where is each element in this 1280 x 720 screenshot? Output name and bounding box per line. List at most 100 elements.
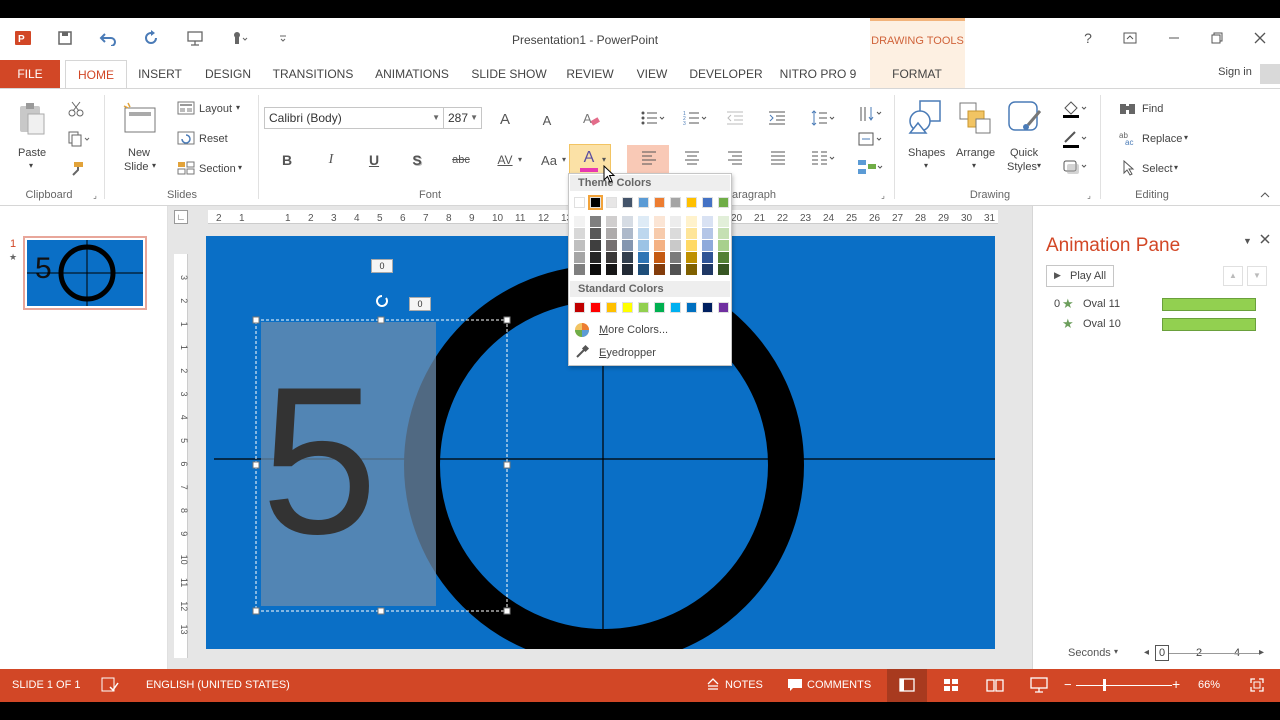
zoom-slider-track[interactable] bbox=[1076, 685, 1172, 686]
shrink-font-button[interactable]: A bbox=[536, 109, 558, 131]
color-swatch[interactable] bbox=[606, 228, 617, 239]
animation-badge[interactable]: 0 bbox=[409, 297, 431, 311]
color-swatch[interactable] bbox=[686, 228, 697, 239]
sign-in-link[interactable]: Sign in bbox=[1210, 58, 1260, 86]
color-swatch[interactable] bbox=[574, 216, 585, 227]
user-avatar[interactable] bbox=[1260, 64, 1280, 84]
color-swatch[interactable] bbox=[686, 216, 697, 227]
color-swatch[interactable] bbox=[622, 240, 633, 251]
replace-arrow-icon[interactable]: ▾ bbox=[1184, 133, 1188, 142]
zoom-level[interactable]: 66% bbox=[1198, 679, 1220, 691]
color-swatch[interactable] bbox=[638, 264, 649, 275]
big-digit-text[interactable]: 5 bbox=[261, 356, 378, 566]
color-swatch[interactable] bbox=[622, 228, 633, 239]
color-swatch[interactable] bbox=[702, 264, 713, 275]
tab-animations[interactable]: ANIMATIONS bbox=[370, 60, 454, 88]
color-swatch[interactable] bbox=[622, 216, 633, 227]
play-all-button[interactable]: ▶ Play All bbox=[1046, 265, 1114, 287]
color-swatch[interactable] bbox=[606, 216, 617, 227]
zoom-out-icon[interactable]: − bbox=[1064, 677, 1072, 692]
color-swatch[interactable] bbox=[574, 228, 585, 239]
select-label[interactable]: Select bbox=[1142, 163, 1173, 175]
align-left-icon[interactable] bbox=[638, 147, 660, 169]
layout-arrow-icon[interactable]: ▾ bbox=[236, 103, 240, 112]
color-swatch[interactable] bbox=[574, 197, 585, 208]
character-spacing-arrow-icon[interactable]: ▾ bbox=[515, 151, 525, 167]
replace-icon[interactable]: ab ac bbox=[1118, 129, 1140, 147]
replace-label[interactable]: Replace bbox=[1142, 133, 1182, 145]
color-swatch[interactable] bbox=[702, 252, 713, 263]
pane-options-arrow-icon[interactable]: ▼ bbox=[1243, 236, 1252, 246]
color-swatch[interactable] bbox=[606, 197, 617, 208]
layout-label[interactable]: Layout bbox=[199, 103, 232, 115]
color-swatch[interactable] bbox=[622, 197, 633, 208]
paste-icon[interactable] bbox=[14, 101, 50, 139]
reading-view-icon[interactable] bbox=[986, 678, 1004, 695]
numbering-icon[interactable]: 123 bbox=[682, 107, 708, 129]
color-swatch[interactable] bbox=[654, 216, 665, 227]
color-swatch[interactable] bbox=[590, 240, 601, 251]
animation-list-item[interactable]: ★ Oval 10 bbox=[1033, 316, 1280, 336]
tab-stop-selector[interactable]: ∟ bbox=[174, 210, 188, 224]
ribbon-display-options-icon[interactable] bbox=[1118, 28, 1142, 48]
tab-review[interactable]: REVIEW bbox=[562, 60, 618, 88]
animation-badge[interactable]: 0 bbox=[371, 259, 393, 273]
color-swatch[interactable] bbox=[606, 302, 617, 313]
color-swatch[interactable] bbox=[718, 302, 729, 313]
color-swatch[interactable] bbox=[574, 264, 585, 275]
tab-transitions[interactable]: TRANSITIONS bbox=[270, 60, 356, 88]
section-icon[interactable] bbox=[176, 159, 196, 177]
color-swatch[interactable] bbox=[638, 216, 649, 227]
change-case-button[interactable]: Aa bbox=[537, 149, 561, 171]
select-arrow-icon[interactable]: ▾ bbox=[1174, 163, 1178, 172]
color-swatch[interactable] bbox=[702, 228, 713, 239]
color-swatch[interactable] bbox=[718, 240, 729, 251]
zoom-in-icon[interactable]: + bbox=[1172, 676, 1180, 692]
line-spacing-icon[interactable] bbox=[810, 107, 836, 129]
select-icon[interactable] bbox=[1120, 159, 1138, 177]
quick-styles-arrow-icon[interactable]: ▾ bbox=[1037, 161, 1041, 170]
character-spacing-button[interactable]: AV bbox=[494, 149, 516, 171]
color-swatch[interactable] bbox=[670, 197, 681, 208]
normal-view-button[interactable] bbox=[887, 669, 927, 702]
font-size-arrow-icon[interactable]: ▼ bbox=[470, 108, 478, 128]
color-swatch[interactable] bbox=[654, 228, 665, 239]
timeline-scroll-right-icon[interactable]: ▸ bbox=[1259, 647, 1264, 658]
close-icon[interactable] bbox=[1248, 28, 1272, 48]
color-swatch[interactable] bbox=[654, 197, 665, 208]
strikethrough-button[interactable]: abc bbox=[448, 149, 474, 171]
layout-icon[interactable] bbox=[176, 99, 196, 117]
arrange-icon[interactable] bbox=[954, 97, 996, 139]
find-label[interactable]: Find bbox=[1142, 103, 1163, 115]
align-center-icon[interactable] bbox=[681, 147, 703, 169]
color-swatch[interactable] bbox=[670, 228, 681, 239]
color-swatch[interactable] bbox=[686, 302, 697, 313]
convert-to-smartart-icon[interactable] bbox=[856, 157, 884, 177]
text-direction-icon[interactable] bbox=[856, 103, 884, 125]
color-swatch[interactable] bbox=[702, 216, 713, 227]
increase-indent-icon[interactable] bbox=[766, 107, 788, 129]
tab-home[interactable]: HOME bbox=[65, 60, 127, 89]
grow-font-button[interactable]: A bbox=[494, 108, 516, 130]
font-size-combo[interactable]: 287 ▼ bbox=[443, 107, 482, 129]
color-swatch[interactable] bbox=[590, 228, 601, 239]
animation-list-item[interactable]: 0 ★ Oval 11 bbox=[1033, 296, 1280, 316]
font-color-button[interactable]: A bbox=[578, 147, 600, 169]
font-name-arrow-icon[interactable]: ▼ bbox=[432, 108, 440, 128]
tab-nitro-pro-9[interactable]: NITRO PRO 9 bbox=[778, 60, 858, 88]
tab-file[interactable]: FILE bbox=[0, 60, 60, 88]
color-swatch[interactable] bbox=[718, 216, 729, 227]
timeline-scroll-left-icon[interactable]: ◂ bbox=[1144, 647, 1149, 658]
color-swatch[interactable] bbox=[606, 264, 617, 275]
tab-view[interactable]: VIEW bbox=[630, 60, 674, 88]
color-swatch[interactable] bbox=[574, 240, 585, 251]
zoom-slider-thumb[interactable] bbox=[1103, 679, 1106, 691]
section-label[interactable]: Section bbox=[199, 163, 236, 175]
seconds-arrow-icon[interactable]: ▾ bbox=[1114, 647, 1118, 656]
color-swatch[interactable] bbox=[622, 302, 633, 313]
color-swatch[interactable] bbox=[638, 252, 649, 263]
pane-close-icon[interactable] bbox=[1259, 233, 1271, 248]
shapes-icon[interactable] bbox=[904, 97, 946, 139]
more-colors-menu-item[interactable]: More Colors... bbox=[599, 324, 668, 336]
language-status[interactable]: ENGLISH (UNITED STATES) bbox=[146, 679, 290, 691]
